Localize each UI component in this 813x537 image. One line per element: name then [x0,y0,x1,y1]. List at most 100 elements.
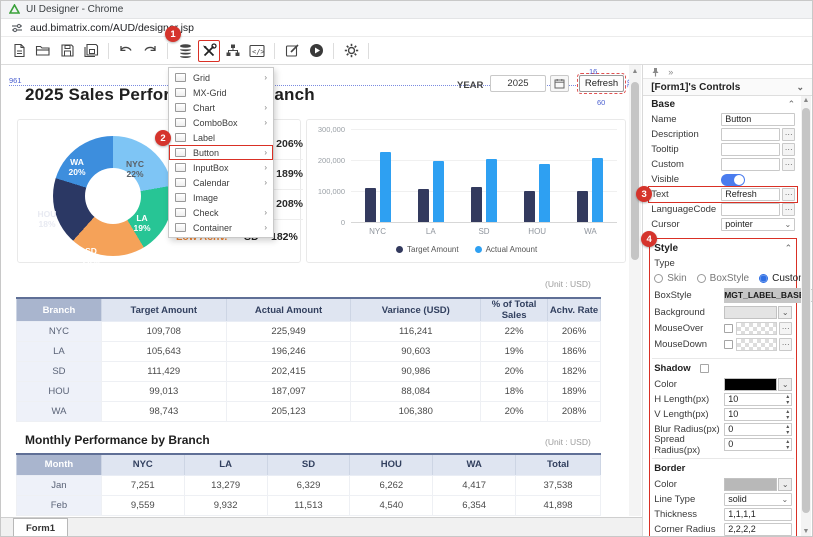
spinner-arrows-icon[interactable]: ▴▾ [786,439,789,451]
chevron-up-icon[interactable]: ⌃ [788,99,796,110]
menu-item-combobox[interactable]: ComboBox› [169,115,273,130]
spinner-input[interactable]: 0▴▾ [724,423,792,436]
undo-button[interactable] [115,40,137,62]
spinner-arrows-icon[interactable]: ▴▾ [786,409,789,421]
design-canvas[interactable]: 961 2025 Sales Performance by Branch YEA… [1,65,643,537]
bar-actual-amount-la [433,161,444,222]
radio-option-boxstyle[interactable]: BoxStyle [697,273,749,284]
undo-icon [118,44,134,57]
property-input-name[interactable]: Button [721,113,795,126]
spinner-input[interactable]: 10▴▾ [724,393,792,406]
chevron-down-icon[interactable]: ⌄ [778,306,792,319]
menu-item-check[interactable]: Check› [169,205,273,220]
panel-scroll-up-arrow[interactable]: ▲ [802,97,810,104]
menu-item-container[interactable]: Container› [169,220,273,235]
menu-item-label[interactable]: Label [169,130,273,145]
radio-icon[interactable] [654,274,663,283]
table-cell: SD [17,362,102,382]
menu-item-inputbox[interactable]: InputBox› [169,160,273,175]
section-header-style[interactable]: Style⌃ [652,240,794,256]
transparent-color-swatch[interactable] [736,322,777,335]
scroll-up-arrow[interactable]: ▲ [631,68,639,75]
radio-option-custom[interactable]: Custom [759,273,806,284]
run-button[interactable] [305,40,327,62]
menu-item-mx-grid[interactable]: MX-Grid [169,85,273,100]
color-swatch[interactable] [724,378,777,391]
hierarchy-button[interactable] [222,40,244,62]
site-info-icon[interactable] [11,22,23,34]
checkbox-icon[interactable] [700,364,709,373]
menu-item-calendar[interactable]: Calendar› [169,175,273,190]
menu-item-image[interactable]: Image [169,190,273,205]
new-file-button[interactable] [8,40,30,62]
redo-button[interactable] [139,40,161,62]
spinner-arrows-icon[interactable]: ▴▾ [786,394,789,406]
components-button[interactable] [198,40,220,62]
dataset-button[interactable] [174,40,196,62]
checkbox-icon[interactable] [724,324,733,333]
property-input-languagecode[interactable] [721,203,780,216]
form-tab-form1[interactable]: Form1 [13,518,68,537]
chevron-down-icon[interactable]: ⌄ [796,82,804,93]
save-button[interactable] [56,40,78,62]
section-header-base[interactable]: Base⌃ [649,96,797,112]
visible-toggle[interactable] [721,174,745,186]
property-input-tooltip[interactable] [721,143,780,156]
menu-item-chart[interactable]: Chart› [169,100,273,115]
year-label: YEAR [457,80,483,91]
chevron-down-icon[interactable]: ⌄ [778,378,792,391]
refresh-button[interactable]: Refresh [579,75,624,92]
menu-item-label: Label [193,133,215,143]
design-scrollbar-thumb[interactable] [631,82,639,260]
property-input-description[interactable] [721,128,780,141]
panel-header[interactable]: [Form1]'s Controls ⌄ [643,79,812,96]
edit-button[interactable] [281,40,303,62]
menu-item-button[interactable]: Button› [169,145,273,160]
property-input-custom[interactable] [721,158,780,171]
property-row-custom: Custom··· [649,157,797,172]
property-input-thickness[interactable]: 1,1,1,1 [724,508,792,521]
ellipsis-button[interactable]: ··· [782,188,795,201]
ellipsis-button[interactable]: ··· [779,322,792,335]
address-bar[interactable]: aud.bimatrix.com/AUD/designer.jsp [1,19,812,37]
property-select-cursor[interactable]: pointer⌄ [721,218,795,231]
menu-item-grid[interactable]: Grid› [169,70,273,85]
collapse-panel-icon[interactable]: » [668,67,673,77]
panel-scroll-down-arrow[interactable]: ▼ [802,528,810,535]
spinner-input[interactable]: 10▴▾ [724,408,792,421]
panel-scrollbar[interactable]: ▲ ▼ [801,96,811,537]
ellipsis-button[interactable]: ··· [782,143,795,156]
design-scrollbar[interactable]: ▲ [629,65,641,516]
spinner-arrows-icon[interactable]: ▴▾ [786,424,789,436]
tools-hammer-wrench-icon [201,43,217,59]
open-button[interactable] [32,40,54,62]
panel-scrollbar-thumb[interactable] [802,108,810,513]
color-swatch[interactable] [724,306,777,319]
save-all-button[interactable] [80,40,102,62]
radio-icon[interactable] [759,274,768,283]
radio-option-skin[interactable]: Skin [654,273,686,284]
property-input-cornerradius[interactable]: 2,2,2,2 [724,523,792,536]
ellipsis-button[interactable]: ··· [779,338,792,351]
table-cell: 11,513 [267,495,350,515]
year-input[interactable]: 2025 [490,75,546,92]
pin-icon[interactable] [651,67,660,77]
transparent-color-swatch[interactable] [736,338,777,351]
property-input-text[interactable]: Refresh [721,188,780,201]
property-row-spreadradiuspx: Spread Radius(px)0▴▾ [652,437,794,452]
radio-icon[interactable] [697,274,706,283]
source-view-button[interactable]: </> [246,40,268,62]
ellipsis-button[interactable]: ··· [782,158,795,171]
boxstyle-value[interactable]: MGT_LABEL_BASE [724,288,804,303]
ellipsis-button[interactable]: ··· [782,203,795,216]
checkbox-icon[interactable] [724,340,733,349]
property-select-linetype[interactable]: solid⌄ [724,493,792,506]
calendar-picker-button[interactable] [550,75,569,92]
chevron-down-icon[interactable]: ⌄ [778,478,792,491]
calendar-icon [175,178,186,187]
spinner-input[interactable]: 0▴▾ [724,438,792,451]
chevron-up-icon[interactable]: ⌃ [785,243,793,254]
ellipsis-button[interactable]: ··· [782,128,795,141]
settings-button[interactable] [340,40,362,62]
color-swatch[interactable] [724,478,777,491]
